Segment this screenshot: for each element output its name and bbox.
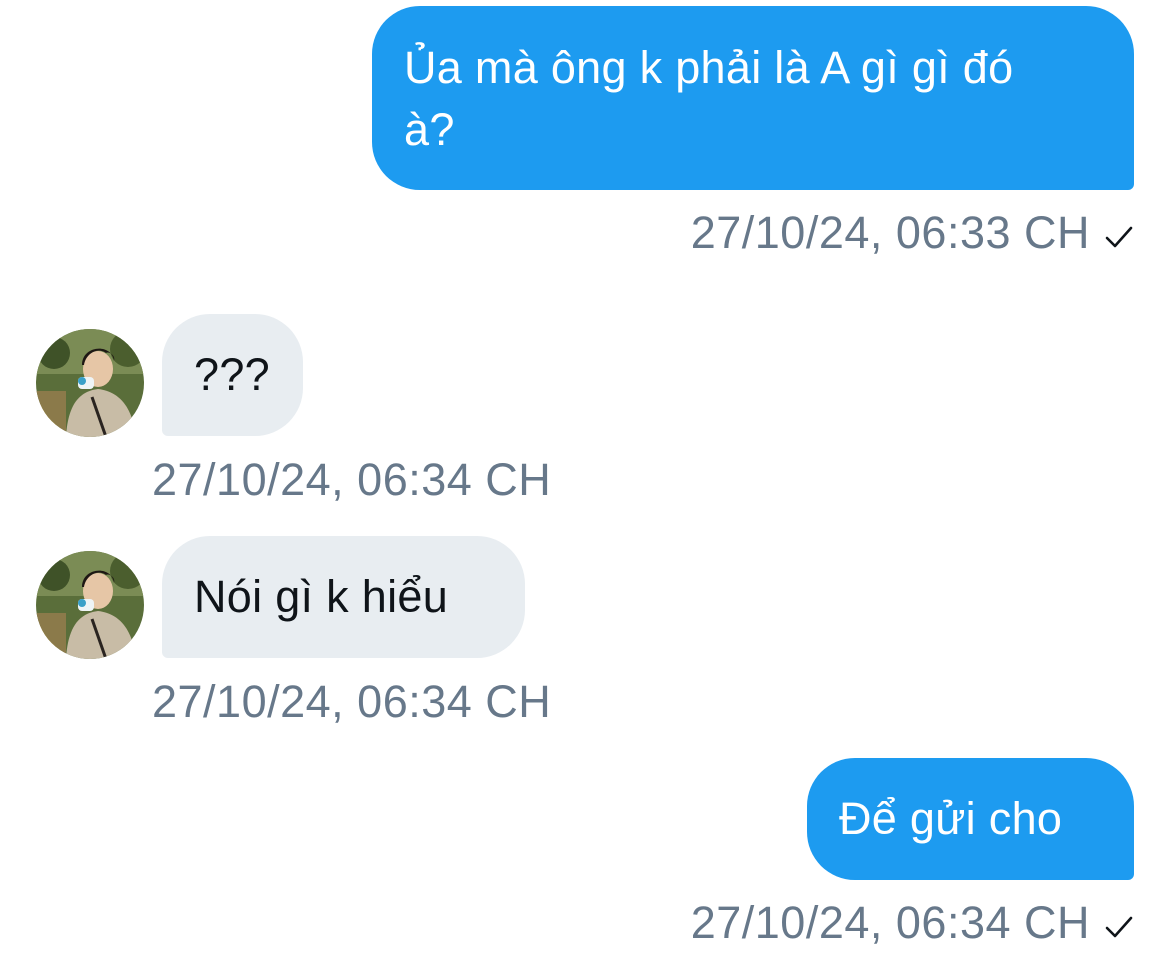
received-message-bubble[interactable]: ??? bbox=[162, 314, 303, 436]
sent-message-bubble[interactable]: Để gửi cho bbox=[807, 758, 1134, 880]
timestamp-text: 27/10/24, 06:34 CH bbox=[152, 454, 552, 505]
timestamp-text: 27/10/24, 06:34 CH bbox=[690, 897, 1090, 948]
message-text: ??? bbox=[194, 349, 270, 400]
sent-message-bubble[interactable]: Ủa mà ông k phải là A gì gì đó à? bbox=[372, 6, 1134, 190]
message-text: Nói gì k hiểu bbox=[194, 571, 449, 622]
message-timestamp: 27/10/24, 06:33 CH bbox=[691, 208, 1134, 260]
message-timestamp: 27/10/24, 06:34 CH bbox=[691, 898, 1134, 950]
avatar[interactable] bbox=[36, 329, 144, 437]
check-icon bbox=[1104, 900, 1134, 950]
message-text: Ủa mà ông k phải là A gì gì đó à? bbox=[404, 42, 1014, 155]
received-message-bubble[interactable]: Nói gì k hiểu bbox=[162, 536, 525, 658]
avatar[interactable] bbox=[36, 551, 144, 659]
message-timestamp: 27/10/24, 06:34 CH bbox=[152, 677, 551, 727]
message-timestamp: 27/10/24, 06:34 CH bbox=[152, 455, 551, 505]
message-text: Để gửi cho bbox=[839, 793, 1063, 844]
check-icon bbox=[1104, 210, 1134, 260]
timestamp-text: 27/10/24, 06:33 CH bbox=[690, 207, 1090, 258]
timestamp-text: 27/10/24, 06:34 CH bbox=[152, 676, 552, 727]
